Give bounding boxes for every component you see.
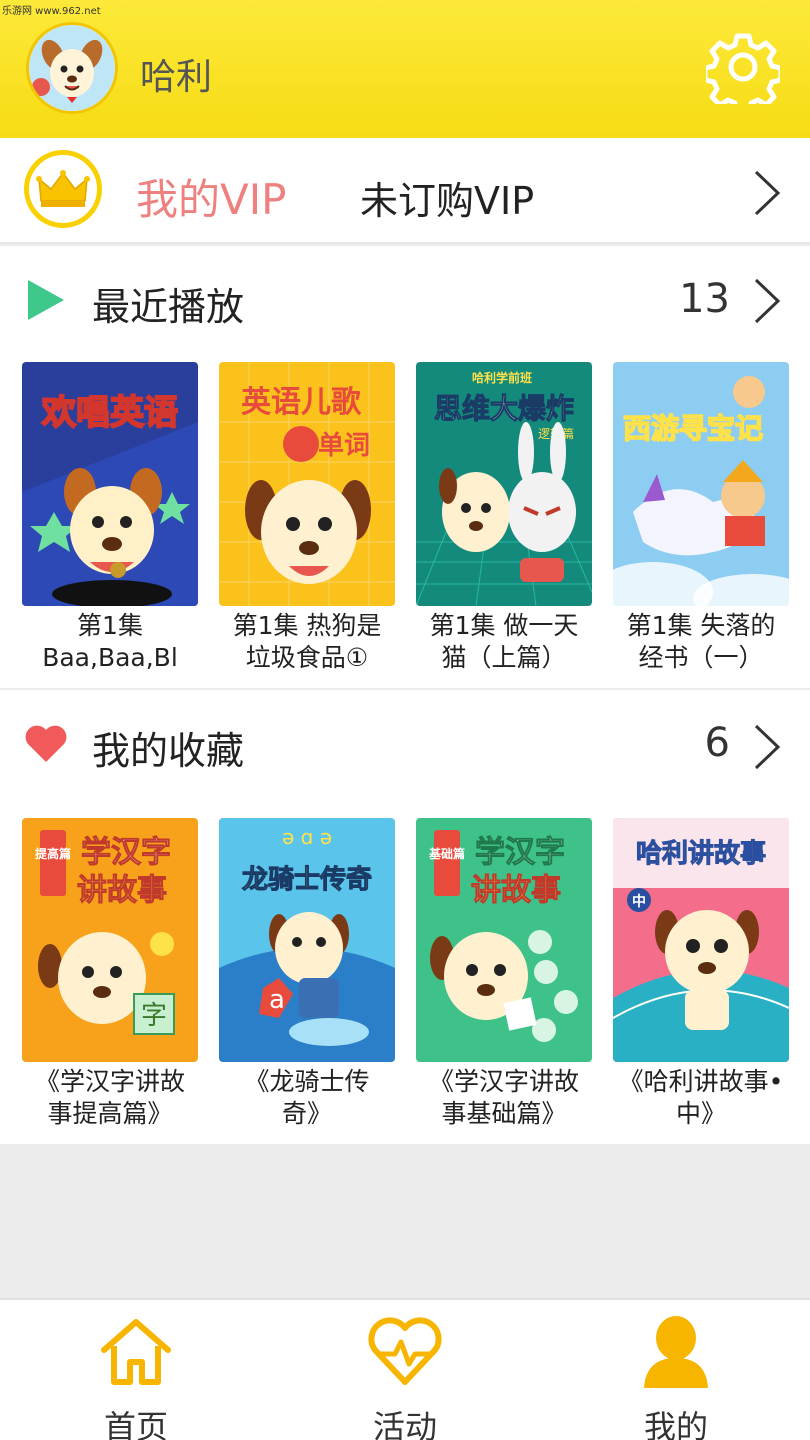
cover-subtitle: 讲故事 — [471, 873, 561, 908]
caption-line: 《学汉字讲故 — [428, 1067, 579, 1096]
heartbeat-icon — [367, 1314, 443, 1390]
gear-icon[interactable] — [702, 30, 784, 115]
collection-caption: 《龙骑士传 奇》 — [215, 1066, 399, 1130]
cover-title: 龙骑士传奇 — [242, 865, 372, 895]
caption-line: 中》 — [675, 1099, 726, 1128]
nav-item-mine[interactable]: 我的 — [606, 1310, 746, 1440]
caption-line: 第1集 热狗是 — [232, 611, 382, 640]
caption-line: 事提高篇》 — [47, 1099, 173, 1128]
collection-caption: 《学汉字讲故 事基础篇》 — [412, 1066, 596, 1130]
svg-text:字: 字 — [141, 1001, 167, 1031]
cover-title: 欢唱英语 — [41, 393, 178, 433]
bottom-nav: 首页 活动 我的 — [0, 1298, 810, 1440]
chevron-right-icon[interactable] — [752, 722, 782, 772]
caption-line: 第1集 做一天 — [429, 611, 579, 640]
caption-line: 猫（上篇） — [441, 643, 567, 672]
video-caption: 第1集 失落的 经书（一） — [609, 610, 793, 674]
nav-label: 首页 — [103, 1408, 168, 1440]
avatar[interactable] — [26, 22, 118, 114]
cover-title: 学汉字 — [81, 835, 171, 870]
svg-text:ə ɑ ə: ə ɑ ə — [282, 825, 332, 849]
cover-subtitle: 讲故事 — [77, 873, 167, 908]
profile-header: 哈利 — [0, 0, 810, 138]
section-title-recent: 最近播放 — [92, 285, 245, 329]
collection-caption: 《哈利讲故事• 中》 — [609, 1066, 793, 1130]
collection-cover: ə ɑ ə 龙骑士传奇 a — [219, 818, 395, 1062]
nav-label: 我的 — [643, 1408, 708, 1440]
cover-small: 哈利学前班 — [472, 370, 532, 385]
caption-line: 奇》 — [281, 1099, 332, 1128]
favorites-count[interactable]: 6 — [705, 720, 730, 766]
video-cover: 欢唱英语 — [22, 362, 198, 606]
cover-title: 英语儿歌 — [241, 385, 362, 420]
caption-line: 《学汉字讲故 — [34, 1067, 185, 1096]
caption-line: 事基础篇》 — [441, 1099, 567, 1128]
app-screen: 乐游网 www.962.net 哈利 我的VIP 未订购VIP 最近播放 13 … — [0, 0, 810, 1440]
recent-section: 最近播放 13 欢唱英语 第1集 Baa,Baa,Bl 英语儿歌 背单词 第1集… — [0, 246, 810, 688]
video-caption: 第1集 Baa,Baa,Bl — [18, 610, 202, 674]
video-cover: 英语儿歌 背单词 — [219, 362, 395, 606]
cover-subtitle: 背单词 — [292, 431, 370, 461]
caption-line: 《哈利讲故事• — [618, 1067, 784, 1096]
user-icon — [638, 1314, 714, 1390]
video-caption: 第1集 热狗是 垃圾食品① — [215, 610, 399, 674]
vip-row[interactable]: 我的VIP 未订购VIP — [0, 138, 810, 244]
collection-cover: 提高篇 学汉字 讲故事 字 — [22, 818, 198, 1062]
favorites-section: 我的收藏 6 提高篇 学汉字 讲故事 字 《学汉字讲故 事提高篇》 ə ɑ ə … — [0, 690, 810, 1144]
cover-title: 学汉字 — [475, 835, 565, 870]
nav-item-home[interactable]: 首页 — [66, 1310, 206, 1440]
caption-line: 经书（一） — [638, 643, 764, 672]
cover-title: 思维大爆炸 — [434, 392, 574, 425]
collection-cover: 哈利讲故事 中 — [613, 818, 789, 1062]
watermark: 乐游网 www.962.net — [2, 6, 101, 17]
caption-line: 垃圾食品① — [245, 643, 369, 672]
vip-title: 我的VIP — [136, 175, 287, 224]
chevron-right-icon — [752, 168, 782, 218]
caption-line: Baa,Baa,Bl — [42, 643, 178, 672]
svg-text:a: a — [269, 985, 285, 1015]
cover-tag: 基础篇 — [428, 846, 465, 861]
caption-line: 第1集 — [77, 611, 143, 640]
collection-cover: 基础篇 学汉字 讲故事 — [416, 818, 592, 1062]
video-cover: 哈利学前班 思维大爆炸 逻辑篇 — [416, 362, 592, 606]
section-title-favorites: 我的收藏 — [92, 729, 245, 773]
caption-line: 第1集 失落的 — [626, 611, 776, 640]
vip-status: 未订购VIP — [360, 179, 535, 223]
cover-tag: 中 — [632, 893, 646, 910]
collection-caption: 《学汉字讲故 事提高篇》 — [18, 1066, 202, 1130]
username: 哈利 — [140, 57, 213, 98]
cover-tag: 提高篇 — [35, 846, 71, 861]
play-icon — [24, 278, 68, 322]
crown-icon — [24, 150, 102, 228]
video-cover: 西游寻宝记 — [613, 362, 789, 606]
cover-title: 哈利讲故事 — [636, 839, 766, 869]
cover-title: 西游寻宝记 — [623, 412, 763, 445]
chevron-right-icon[interactable] — [752, 276, 782, 326]
recent-count[interactable]: 13 — [679, 276, 730, 322]
home-icon — [98, 1314, 174, 1390]
caption-line: 《龙骑士传 — [244, 1067, 370, 1096]
heart-icon — [24, 722, 68, 766]
nav-item-activity[interactable]: 活动 — [335, 1310, 475, 1440]
video-caption: 第1集 做一天 猫（上篇） — [412, 610, 596, 674]
nav-label: 活动 — [372, 1408, 437, 1440]
